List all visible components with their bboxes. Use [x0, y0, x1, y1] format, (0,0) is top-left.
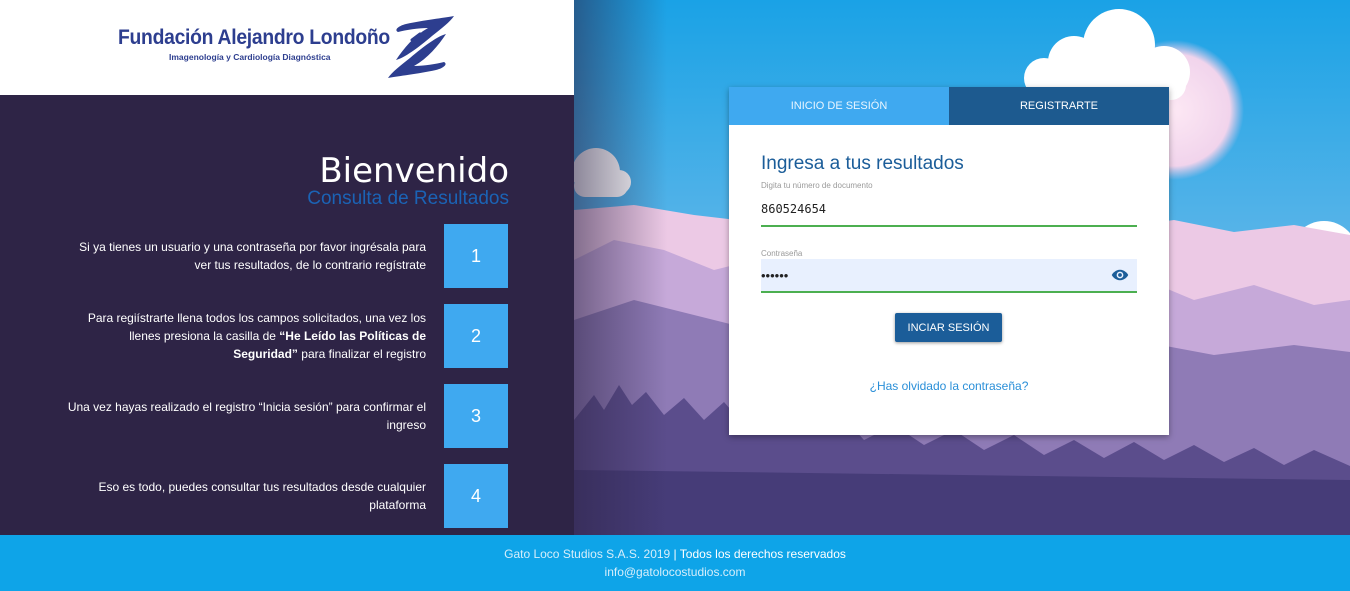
step-number: 1	[444, 224, 508, 288]
step-2: Para regiístrarte llena todos los campos…	[60, 304, 508, 368]
step-1: Si ya tienes un usuario y una contraseña…	[60, 224, 508, 288]
password-value: ••••••	[761, 267, 789, 283]
footer-separator: |	[670, 547, 680, 561]
eye-icon[interactable]	[1111, 268, 1129, 282]
step-text: Si ya tienes un usuario y una contraseña…	[79, 240, 426, 272]
step-3: Una vez hayas realizado el registro “Ini…	[60, 384, 508, 448]
logo-tagline: Imagenología y Cardiología Diagnóstica	[169, 52, 331, 62]
forgot-password-link[interactable]: ¿Has olvidado la contraseña?	[729, 379, 1169, 393]
login-title: Ingresa a tus resultados	[761, 153, 964, 174]
step-text: Para regiístrarte llena todos los campos…	[66, 309, 426, 363]
footer-email[interactable]: info@gatolocostudios.com	[0, 563, 1350, 581]
tab-register[interactable]: REGISTRARTE	[949, 87, 1169, 125]
footer-rights: Todos los derechos reservados	[679, 547, 846, 561]
login-tabs: INICIO DE SESIÓN REGISTRARTE	[729, 87, 1169, 125]
password-input[interactable]: ••••••	[761, 259, 1137, 293]
tab-login[interactable]: INICIO DE SESIÓN	[729, 87, 949, 125]
step-text: Eso es todo, puedes consultar tus result…	[98, 480, 426, 512]
login-card: INICIO DE SESIÓN REGISTRARTE Ingresa a t…	[729, 87, 1169, 435]
welcome-block: Bienvenido Consulta de Resultados	[109, 152, 509, 210]
step-text: Una vez hayas realizado el registro “Ini…	[67, 400, 426, 432]
login-button[interactable]: INCIAR SESIÓN	[895, 313, 1002, 342]
logo-bar: Fundación Alejandro Londoño Imagenología…	[0, 0, 574, 95]
document-label: Digita tu número de documento	[761, 181, 873, 190]
logo-title: Fundación Alejandro Londoño	[118, 26, 390, 49]
step-4: Eso es todo, puedes consultar tus result…	[60, 464, 508, 528]
footer-copyright: Gato Loco Studios S.A.S. 2019 | Todos lo…	[0, 545, 1350, 563]
step-number: 2	[444, 304, 508, 368]
step-text-after: para finalizar el registro	[297, 347, 426, 361]
hands-logo-icon	[388, 16, 454, 78]
document-input[interactable]: 860524654	[761, 193, 1137, 227]
footer: Gato Loco Studios S.A.S. 2019 | Todos lo…	[0, 535, 1350, 591]
password-label: Contraseña	[761, 249, 803, 258]
step-number: 4	[444, 464, 508, 528]
welcome-title: Bienvenido	[319, 151, 509, 191]
step-number: 3	[444, 384, 508, 448]
document-value: 860524654	[761, 202, 827, 216]
info-panel: Fundación Alejandro Londoño Imagenología…	[0, 0, 574, 535]
welcome-subtitle: Consulta de Resultados	[307, 188, 509, 209]
footer-company: Gato Loco Studios S.A.S. 2019	[504, 547, 671, 561]
